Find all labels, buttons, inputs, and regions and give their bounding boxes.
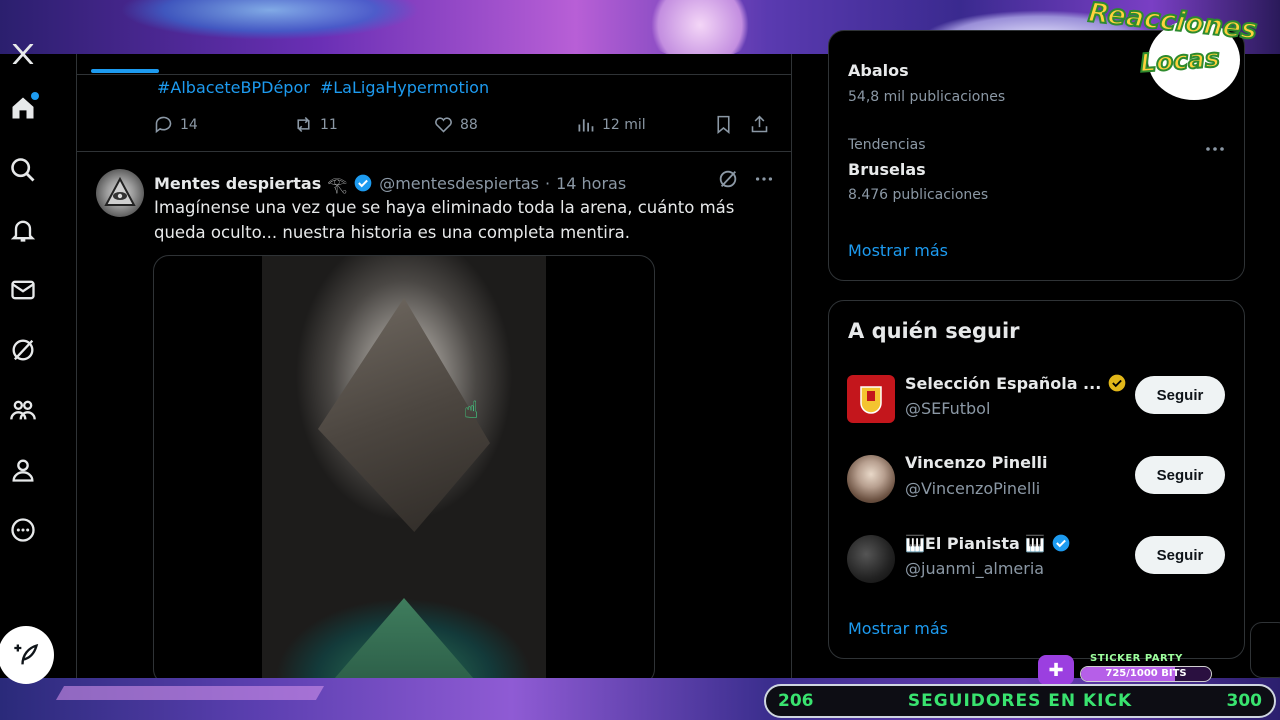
section-title: A quién seguir: [848, 319, 1020, 343]
hand-cursor-icon: ☝: [464, 396, 479, 424]
analytics-icon: [578, 119, 594, 132]
active-tab-indicator: [91, 69, 159, 73]
communities-icon[interactable]: [7, 394, 39, 426]
previous-post-hashtags: #AlbaceteBPDépor #LaLigaHypermotion: [157, 78, 489, 97]
share-button[interactable]: [749, 114, 770, 135]
follow-button[interactable]: Seguir: [1135, 456, 1225, 494]
hashtag-link[interactable]: #LaLigaHypermotion: [320, 78, 489, 97]
shield-crest-icon: [860, 386, 882, 414]
x-logo-icon[interactable]: [7, 44, 39, 64]
trend-name[interactable]: Bruselas: [848, 160, 926, 179]
mail-icon[interactable]: [7, 274, 39, 306]
grok-floating-button[interactable]: [1250, 622, 1280, 678]
account-name: Selección Española ...: [905, 373, 1102, 393]
notification-dot: [31, 92, 39, 100]
more-options-icon[interactable]: [1203, 137, 1227, 161]
views-button[interactable]: 12 mil: [575, 114, 646, 135]
verified-badge-icon: [354, 174, 372, 192]
followers-current: 206: [778, 691, 814, 711]
author-handle[interactable]: @mentesdespiertas: [379, 174, 539, 193]
home-icon[interactable]: [7, 92, 39, 124]
gold-verified-badge-icon: [1108, 374, 1126, 392]
show-more-link[interactable]: Mostrar más: [848, 619, 948, 638]
view-count: 12 mil: [602, 116, 646, 133]
more-options-icon[interactable]: [753, 168, 775, 190]
like-button[interactable]: 88: [433, 114, 478, 135]
eye-of-providence-icon: [104, 176, 136, 206]
author-emoji: 𓂀: [327, 175, 348, 194]
avatar[interactable]: [96, 169, 144, 217]
bookmark-button[interactable]: [713, 114, 734, 135]
trend-count: 8.476 publicaciones: [848, 187, 989, 203]
more-icon[interactable]: [7, 514, 39, 546]
follow-suggestion[interactable]: 🎹El Pianista 🎹 @juanmi_almeria Seguir: [847, 533, 1227, 583]
post-video[interactable]: ☝: [153, 255, 655, 678]
sticker-progress-bar: 725/1000 BITS: [1080, 666, 1212, 682]
author-name[interactable]: Mentes despiertas: [154, 174, 321, 193]
grok-icon[interactable]: [717, 168, 739, 190]
trend-name-cut[interactable]: Abalos: [848, 61, 909, 80]
sticker-label: STICKER PARTY: [1090, 653, 1183, 664]
avatar: [847, 455, 895, 503]
repost-button[interactable]: 11: [293, 114, 338, 135]
heart-icon: [435, 117, 452, 133]
account-name: 🎹El Pianista 🎹: [905, 533, 1046, 553]
repost-icon: [297, 116, 310, 133]
followers-goal: 300: [1226, 691, 1263, 711]
grok-icon[interactable]: [7, 334, 39, 366]
follow-suggestion[interactable]: Selección Española ... @SEFutbol Seguir: [847, 373, 1227, 423]
avatar: [847, 535, 895, 583]
account-handle: @VincenzoPinelli: [905, 479, 1041, 498]
show-more-link[interactable]: Mostrar más: [848, 241, 948, 260]
sticker-progress-text: 725/1000 BITS: [1105, 668, 1187, 679]
verified-badge-icon: [1052, 534, 1070, 552]
post-header: Mentes despiertas 𓂀 @mentesdespiertas · …: [154, 170, 626, 196]
previous-post-actions: 14 11 88 12 mil: [153, 114, 773, 138]
feather-plus-icon: [14, 643, 39, 665]
post-timestamp[interactable]: 14 horas: [556, 174, 626, 193]
account-name: Vincenzo Pinelli: [905, 453, 1048, 472]
post-tools: [717, 168, 775, 190]
reply-count: 14: [180, 116, 198, 133]
post-text: Imagínense una vez que se haya eliminado…: [154, 198, 735, 242]
heart-plus-icon: ✚: [1038, 655, 1074, 685]
like-count: 88: [460, 116, 478, 133]
account-handle: @juanmi_almeria: [905, 559, 1045, 578]
sticker-party-widget: ✚ STICKER PARTY 725/1000 BITS: [1038, 653, 1212, 685]
followers-label: SEGUIDORES EN KICK: [907, 691, 1133, 711]
account-handle: @SEFutbol: [905, 399, 991, 418]
bookmark-icon: [717, 115, 730, 135]
bell-icon[interactable]: [7, 214, 39, 246]
reply-button[interactable]: 14: [153, 114, 198, 135]
profile-icon[interactable]: [7, 454, 39, 486]
left-nav: [0, 44, 60, 684]
avatar: [847, 375, 895, 423]
compose-post-button[interactable]: [0, 626, 54, 684]
reply-icon: [155, 116, 172, 134]
follow-button[interactable]: Seguir: [1135, 536, 1225, 574]
video-frame: [262, 256, 546, 678]
timeline-feed: #AlbaceteBPDépor #LaLigaHypermotion 14 1…: [76, 54, 792, 678]
follow-suggestion[interactable]: Vincenzo Pinelli @VincenzoPinelli Seguir: [847, 453, 1227, 503]
who-to-follow-card: A quién seguir Selección Española ... @S…: [828, 300, 1245, 659]
trend-category: Tendencias: [848, 137, 926, 153]
repost-count: 11: [320, 116, 338, 133]
search-icon[interactable]: [7, 154, 39, 186]
follower-goal-bar: 206 SEGUIDORES EN KICK 300: [764, 684, 1276, 718]
hashtag-link[interactable]: #AlbaceteBPDépor: [157, 78, 310, 97]
follow-button[interactable]: Seguir: [1135, 376, 1225, 414]
share-icon: [751, 115, 768, 133]
trend-count: 54,8 mil publicaciones: [848, 89, 1006, 105]
stream-logo: Reacciones Locas: [1086, 0, 1278, 102]
